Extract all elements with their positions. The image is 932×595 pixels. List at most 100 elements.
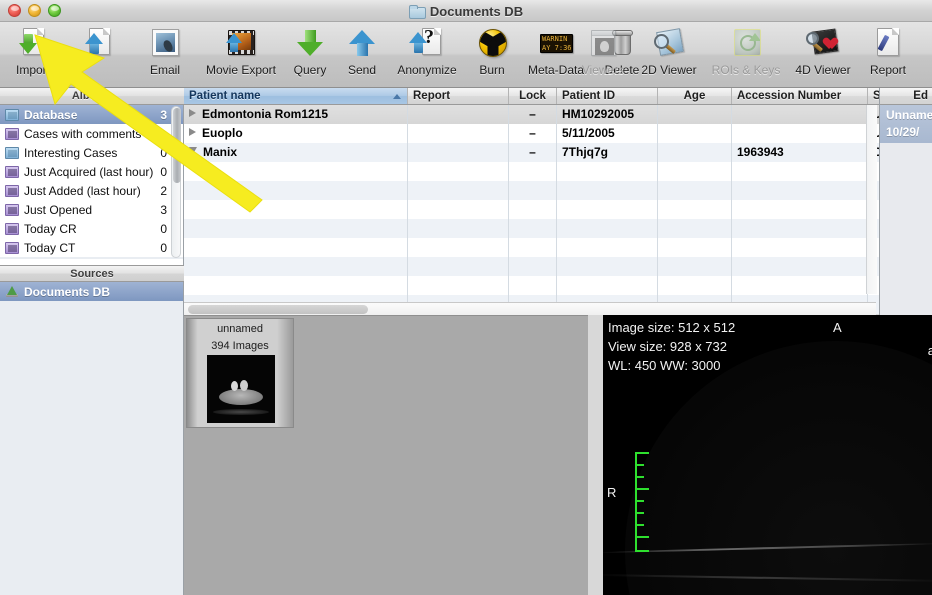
table-header-row: Patient name Report Lock Patient ID Age … [184, 88, 932, 105]
smart-album-icon [5, 184, 19, 197]
sidebar: Albums Database 3 Cases with comments In… [0, 88, 184, 595]
column-header-patient-name[interactable]: Patient name [184, 88, 408, 104]
albums-header: Albums [0, 88, 184, 105]
table-row-empty[interactable] [184, 200, 932, 219]
table-horizontal-scrollbar-thumb[interactable] [188, 305, 368, 314]
cell-patient-name: Manix [203, 145, 238, 159]
rois-keys-icon [729, 26, 763, 60]
anonymize-label: Anonymize [397, 63, 457, 77]
folder-icon [5, 146, 19, 159]
movie-export-icon [224, 26, 258, 60]
dicom-viewer[interactable]: Image size: 512 x 512 View size: 928 x 7… [603, 315, 932, 595]
lcd-line-2: AY 7:36 [542, 44, 572, 52]
sidebar-item-label: Just Added (last hour) [24, 183, 141, 198]
table-horizontal-scrollbar[interactable] [184, 302, 876, 315]
table-row-empty[interactable] [184, 162, 932, 181]
viewers-icon [586, 26, 620, 60]
sources-header: Sources [0, 265, 184, 282]
disclosure-triangle-icon[interactable] [189, 109, 196, 117]
folder-icon [5, 108, 19, 121]
viewers-label: Viewers [581, 63, 625, 77]
series-thumbnail[interactable]: unnamed 394 Images [186, 318, 294, 428]
ct-slice-thumbnail [207, 355, 275, 423]
movie-export-button[interactable]: Movie Export [198, 22, 284, 86]
orientation-marker-right: R [607, 485, 617, 500]
send-icon [345, 26, 379, 60]
sidebar-scrollbar-thumb[interactable] [173, 108, 181, 183]
sidebar-item-label: Cases with comments [24, 126, 142, 141]
burn-button[interactable]: Burn [466, 22, 518, 86]
sidebar-item-label: Interesting Cases [24, 145, 118, 160]
sidebar-item-label: Today CT [24, 240, 76, 255]
cell-lock: – [509, 124, 557, 143]
import-label: Import [15, 63, 50, 77]
4d-viewer-button[interactable]: 4D Viewer [788, 22, 858, 86]
sidebar-item-documents-db[interactable]: Documents DB [0, 282, 183, 301]
movie-export-label: Movie Export [205, 63, 277, 77]
table-row-empty[interactable] [184, 276, 932, 295]
viewers-button[interactable]: Viewers [572, 22, 634, 86]
table-row[interactable]: Manix – 7Thjq7g 1963943 Co [184, 143, 932, 162]
column-header-accession-number[interactable]: Accession Number [732, 88, 868, 104]
rois-keys-button[interactable]: ROIs & Keys [704, 22, 788, 86]
disclosure-triangle-icon[interactable] [189, 147, 197, 154]
albums-list: Database 3 Cases with comments Interesti… [0, 105, 183, 257]
window-title-text: Documents DB [429, 3, 524, 19]
export-button[interactable] [66, 22, 132, 86]
sidebar-scrollbar[interactable] [171, 106, 181, 258]
table-row[interactable]: Edmontonia Rom1215 – HM10292005 Un [184, 105, 932, 124]
column-header-report[interactable]: Report [408, 88, 509, 104]
meta-data-icon: WARNIN AY 7:36 [539, 26, 573, 60]
4d-viewer-label: 4D Viewer [795, 63, 851, 77]
disclosure-triangle-icon[interactable] [189, 128, 196, 136]
cell-age [658, 143, 732, 162]
send-button[interactable]: Send [336, 22, 388, 86]
table-row-empty[interactable] [184, 257, 932, 276]
cell-report [408, 105, 509, 124]
report-icon [871, 26, 905, 60]
sidebar-item-interesting-cases[interactable]: Interesting Cases 0 [0, 143, 183, 162]
cell-report [408, 124, 509, 143]
anonymize-button[interactable]: ? Anonymize [388, 22, 466, 86]
2d-viewer-icon [652, 26, 686, 60]
sources-list: Documents DB [0, 282, 183, 301]
query-button[interactable]: Query [284, 22, 336, 86]
smart-album-icon [5, 127, 19, 140]
column-header-age[interactable]: Age [658, 88, 732, 104]
report-button[interactable]: Report [858, 22, 918, 86]
cell-lock: – [509, 105, 557, 124]
orientation-marker-edge: a [927, 343, 932, 358]
patients-table: Patient name Report Lock Patient ID Age … [184, 88, 932, 314]
sidebar-item-today-ct[interactable]: Today CT 0 [0, 238, 183, 257]
viewer-overlay-text: Image size: 512 x 512 View size: 928 x 7… [608, 318, 735, 375]
sidebar-item-cases-with-comments[interactable]: Cases with comments [0, 124, 183, 143]
sidebar-item-just-opened[interactable]: Just Opened 3 [0, 200, 183, 219]
cell-patient-name: Edmontonia Rom1215 [202, 107, 329, 121]
export-icon [82, 26, 116, 60]
table-vertical-scrollbar[interactable] [866, 105, 877, 294]
cell-accession [732, 124, 868, 143]
2d-viewer-button[interactable]: 2D Viewer [634, 22, 704, 86]
sidebar-item-just-added[interactable]: Just Added (last hour) 2 [0, 181, 183, 200]
table-row[interactable]: Euoplo – 5/11/2005 Un [184, 124, 932, 143]
import-button[interactable]: Import [0, 22, 66, 86]
sidebar-filler [0, 301, 183, 595]
sidebar-item-database[interactable]: Database 3 [0, 105, 183, 124]
study-panel-selected-item[interactable]: Unnamed 10/29/ [880, 105, 932, 143]
cell-report [408, 143, 509, 162]
window-title-bar: Documents DB [0, 0, 932, 22]
column-header-patient-id[interactable]: Patient ID [557, 88, 658, 104]
cell-accession: 1963943 [732, 143, 868, 162]
report-label: Report [869, 63, 907, 77]
column-header-lock[interactable]: Lock [509, 88, 557, 104]
cell-age [658, 124, 732, 143]
sidebar-item-just-acquired[interactable]: Just Acquired (last hour) 0 [0, 162, 183, 181]
sidebar-item-today-cr[interactable]: Today CR 0 [0, 219, 183, 238]
email-button[interactable]: Email [132, 22, 198, 86]
study-panel-header: Ed [880, 88, 932, 105]
table-body: Edmontonia Rom1215 – HM10292005 Un Euopl… [184, 105, 932, 314]
table-row-empty[interactable] [184, 238, 932, 257]
cell-accession [732, 105, 868, 124]
table-row-empty[interactable] [184, 219, 932, 238]
table-row-empty[interactable] [184, 181, 932, 200]
